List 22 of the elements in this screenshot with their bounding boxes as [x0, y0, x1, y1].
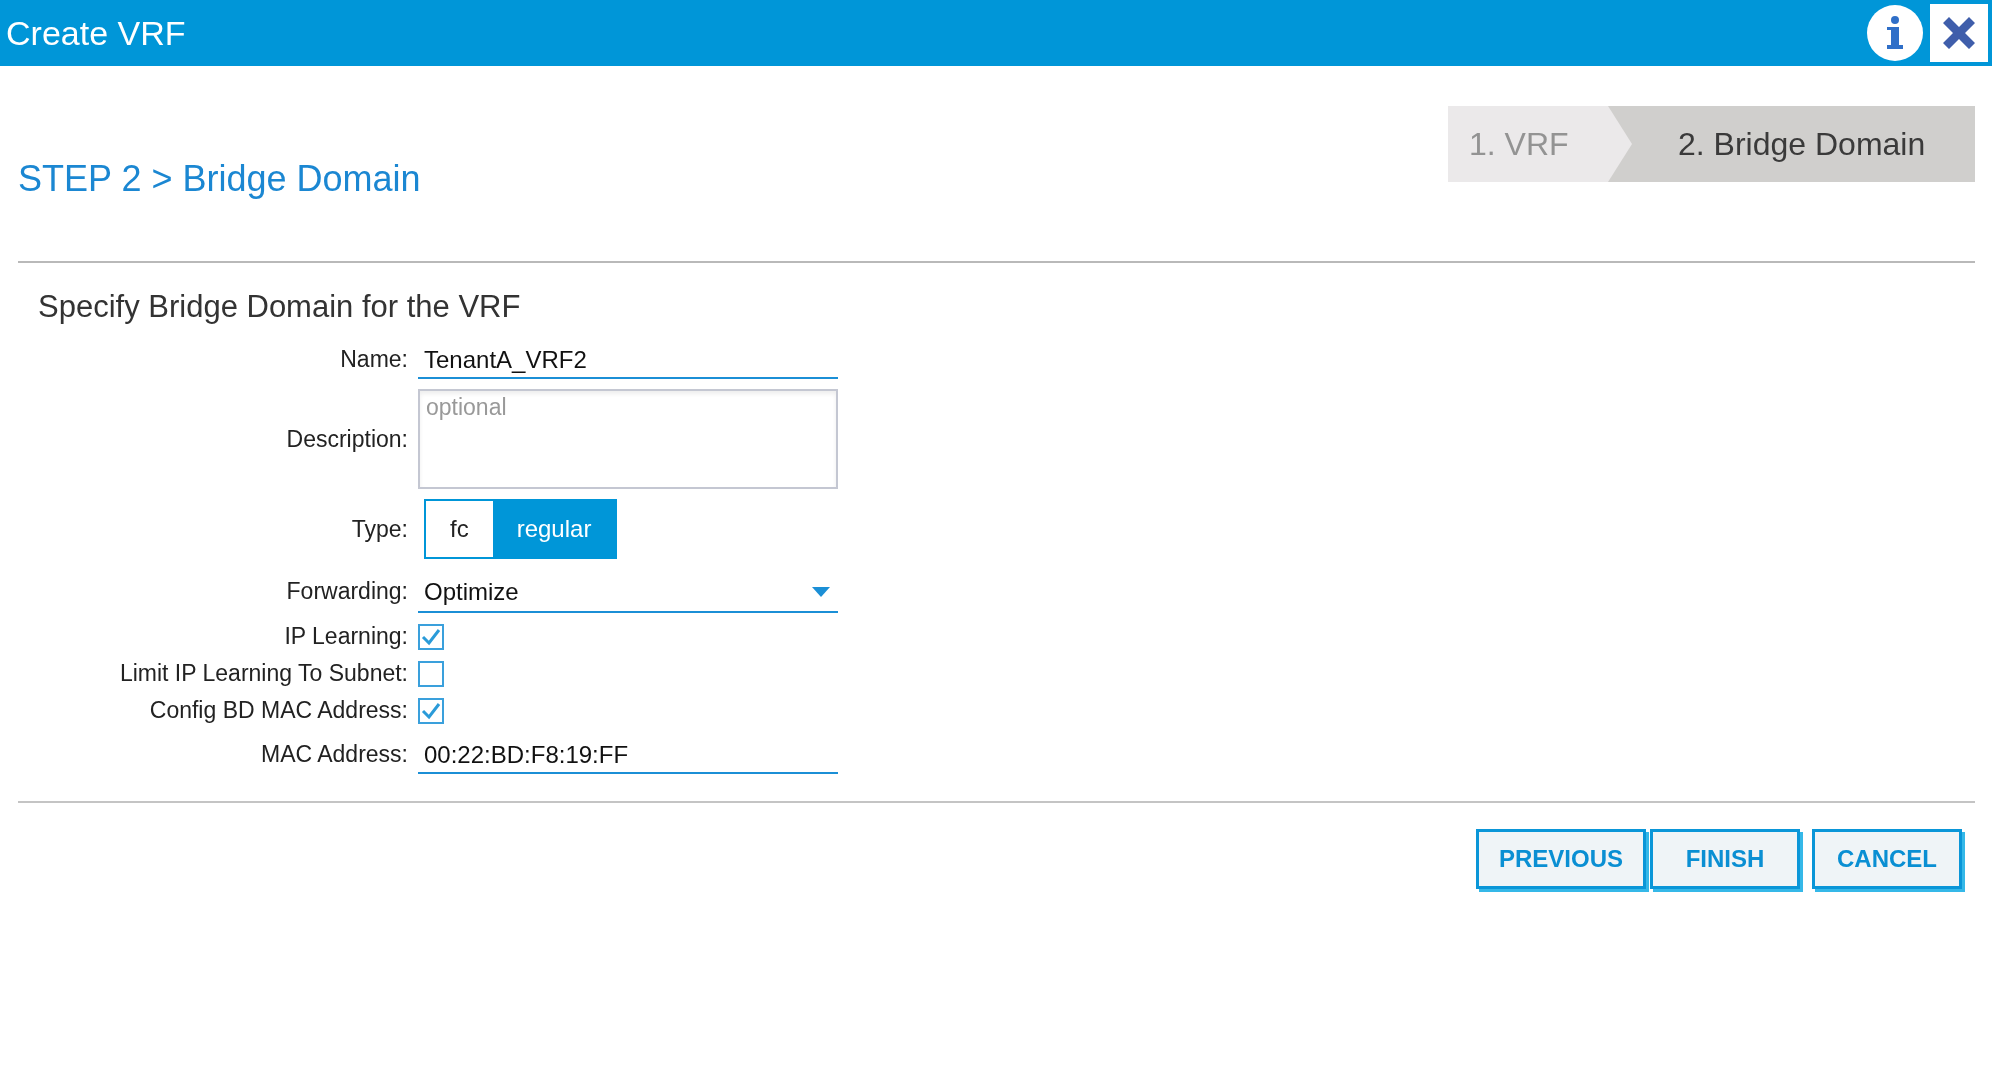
field-label: Name:: [340, 345, 408, 373]
close-button[interactable]: [1930, 4, 1988, 62]
field-label: IP Learning:: [284, 623, 408, 650]
field-label: Limit IP Learning To Subnet:: [119, 660, 408, 687]
info-icon[interactable]: [1866, 4, 1924, 62]
checkbox[interactable]: [418, 697, 444, 724]
field-label: Config BD MAC Address:: [149, 697, 408, 724]
checkbox[interactable]: [418, 623, 444, 650]
forwarding-dropdown[interactable]: Optimize: [418, 569, 838, 613]
field-label: MAC Address:: [261, 740, 408, 768]
step-heading: STEP 2 > Bridge Domain: [18, 156, 421, 200]
checkbox[interactable]: [418, 660, 444, 687]
field-label: Description:: [286, 425, 408, 453]
field-label: Type:: [351, 515, 408, 543]
description-field[interactable]: optional: [418, 389, 838, 489]
section-title: Specify Bridge Domain for the VRF: [38, 289, 522, 325]
text-field[interactable]: TenantA_VRF2: [418, 339, 838, 379]
window-title: Create VRF: [6, 13, 187, 53]
wizard-step[interactable]: 2. Bridge Domain: [1608, 106, 1975, 182]
caret-icon: [812, 587, 830, 597]
text-field[interactable]: 00:22:BD:F8:19:FF: [418, 734, 838, 774]
field-label: Forwarding:: [286, 577, 408, 605]
